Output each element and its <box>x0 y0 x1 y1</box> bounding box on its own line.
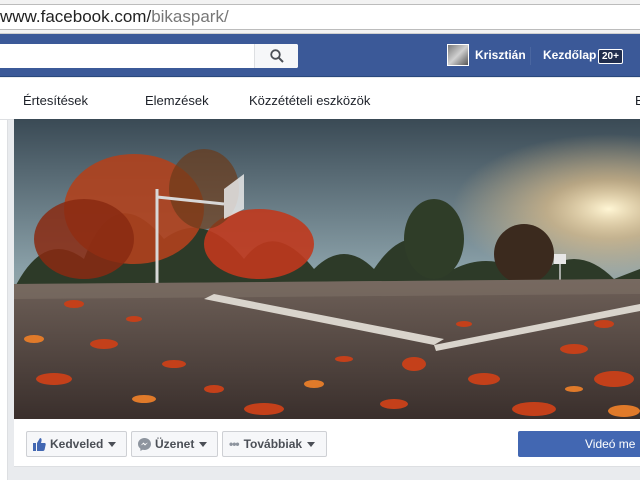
browser-toolbar: www.facebook.com/bikaspark/ <box>0 0 640 34</box>
page-action-bar: Kedveled Üzenet ••• Továbbiak Videó me <box>14 419 640 467</box>
divider <box>530 47 531 65</box>
chevron-down-icon <box>307 441 316 447</box>
message-button[interactable]: Üzenet <box>131 431 218 457</box>
like-label: Kedveled <box>50 437 104 451</box>
more-label: Továbbiak <box>243 437 303 451</box>
address-bar[interactable]: www.facebook.com/bikaspark/ <box>0 4 640 30</box>
message-label: Üzenet <box>155 437 195 451</box>
watch-video-button[interactable]: Videó me <box>518 431 640 457</box>
tab-publishing-tools[interactable]: Közzétételi eszközök <box>249 93 370 108</box>
thumbs-up-icon <box>33 437 46 451</box>
facebook-top-bar: Krisztián Kezdőlap 20+ <box>0 34 640 77</box>
tab-insights[interactable]: Elemzések <box>145 93 209 108</box>
chevron-down-icon <box>108 441 117 447</box>
messenger-icon <box>138 437 151 451</box>
more-dots-icon: ••• <box>229 437 240 451</box>
url-host: www.facebook.com/ <box>0 7 152 26</box>
notification-badge: 20+ <box>598 49 623 64</box>
cover-photo[interactable] <box>14 119 640 419</box>
search-icon <box>269 49 284 63</box>
chevron-down-icon <box>199 441 208 447</box>
avatar[interactable] <box>447 44 469 66</box>
left-column <box>0 120 8 480</box>
more-button[interactable]: ••• Továbbiak <box>222 431 327 457</box>
tab-more[interactable]: B <box>635 93 640 108</box>
search-button[interactable] <box>254 44 298 68</box>
like-button[interactable]: Kedveled <box>26 431 127 457</box>
profile-link[interactable]: Krisztián <box>475 48 526 62</box>
page-tab-nav: Értesítések Elemzések Közzétételi eszköz… <box>0 78 640 120</box>
home-link[interactable]: Kezdőlap <box>543 48 596 62</box>
tab-notifications[interactable]: Értesítések <box>23 93 88 108</box>
url-path: bikaspark/ <box>151 7 229 26</box>
